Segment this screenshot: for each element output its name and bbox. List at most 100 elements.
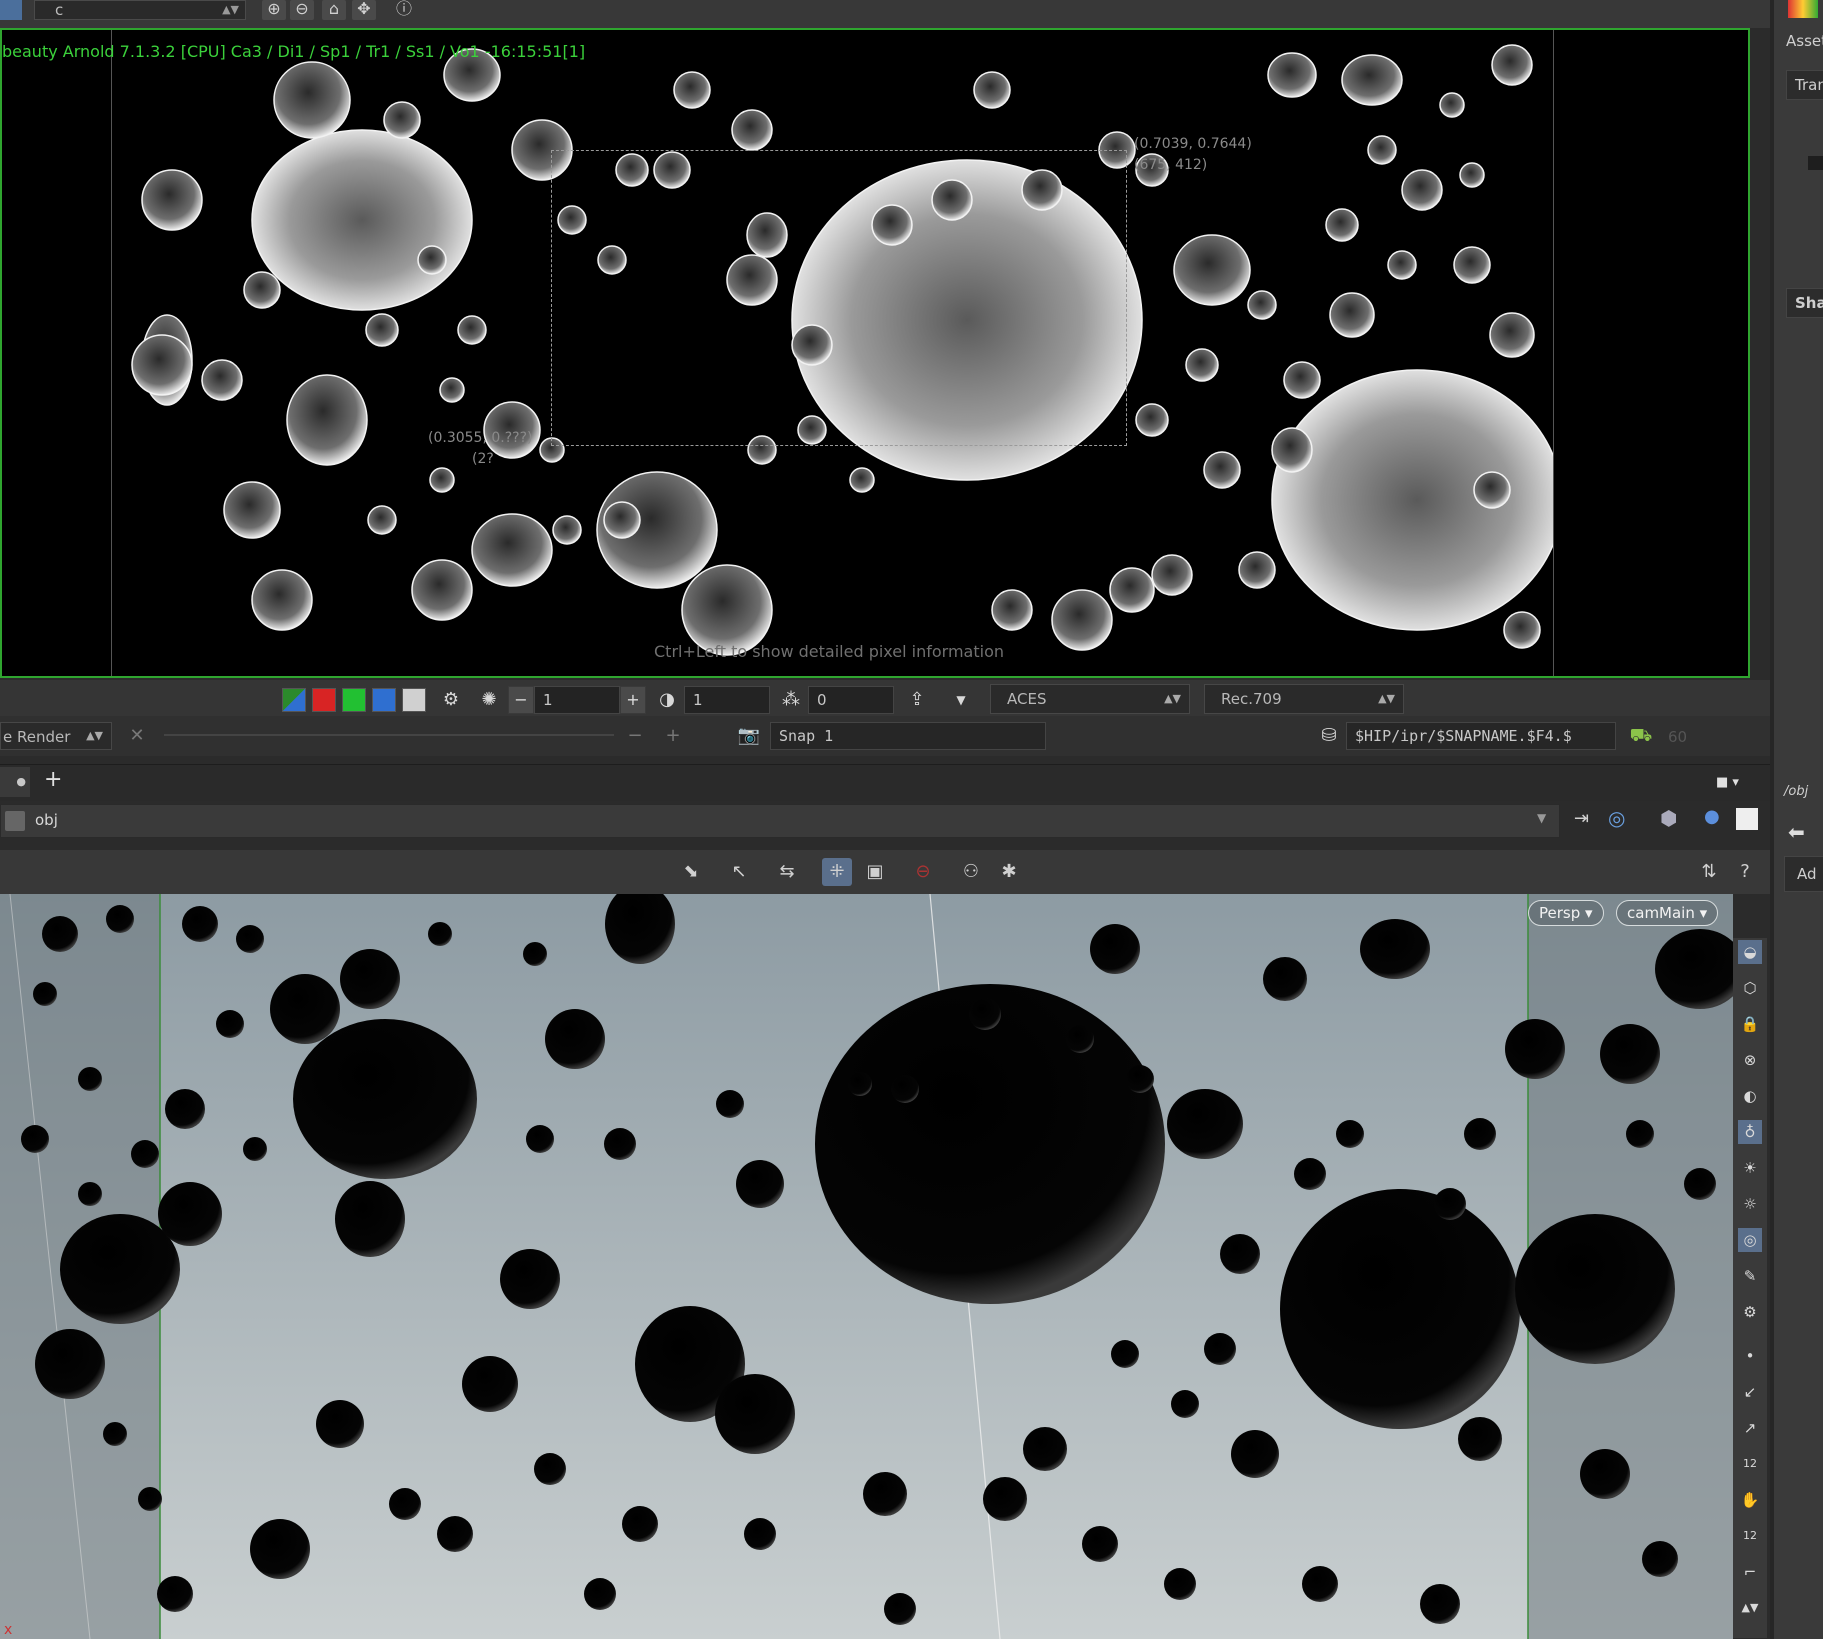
crop-guide-left (111, 30, 112, 676)
pose-tool-icon[interactable]: ↖ (724, 858, 754, 886)
param-swatch[interactable] (1808, 156, 1823, 170)
snap-curve-icon[interactable]: ↙ (1738, 1380, 1762, 1404)
sha-label: Sha (1795, 294, 1823, 312)
point-icon[interactable]: • (1738, 1344, 1762, 1368)
blue-channel-button[interactable] (372, 688, 396, 712)
spinner-icon: ▲▼ (1378, 692, 1395, 705)
handle-tool-icon[interactable]: ⇆ (772, 858, 802, 886)
color-wheel-icon[interactable] (1788, 0, 1818, 18)
scene-viewport[interactable]: x Persp ▾ camMain ▾ (0, 894, 1733, 1639)
pane-menu-icon[interactable]: ■ ▾ (1716, 775, 1739, 790)
viewport-layout-icon[interactable] (1736, 808, 1758, 830)
chevron-down-icon[interactable]: ▼ (1537, 811, 1546, 825)
render-viewport[interactable]: beauty Arnold 7.1.3.2 [CPU] Ca3 / Di1 / … (0, 28, 1750, 678)
rgb-channel-button[interactable] (282, 688, 306, 712)
settings-icon[interactable]: ✱ (994, 858, 1024, 886)
render-select[interactable]: e Render ▲▼ (0, 722, 112, 750)
snapping-icon[interactable]: ⚇ (956, 858, 986, 886)
green-channel-button[interactable] (342, 688, 366, 712)
info-icon[interactable]: ⓘ (392, 0, 416, 20)
light-icon[interactable]: ☀ (1738, 1156, 1762, 1180)
frame-value[interactable]: 60 (1668, 728, 1687, 746)
gear-icon[interactable]: ⚙ (438, 686, 464, 714)
network-context-icon (5, 811, 25, 831)
geometry-icon[interactable]: ⬡ (1738, 976, 1762, 1000)
right-path-label: /obj (1784, 784, 1809, 799)
display-select[interactable]: Rec.709 ▲▼ (1204, 684, 1404, 714)
home-icon[interactable]: ⌂ (322, 0, 346, 20)
ghost-icon[interactable]: ⊗ (1738, 1048, 1762, 1072)
display-options-icon[interactable]: ⇅ (1694, 858, 1724, 886)
aov-channel-select[interactable]: c ▲▼ (34, 0, 246, 20)
threads-icon[interactable]: ⁂ (778, 686, 804, 714)
save-snapshot-icon[interactable]: ⛁ (1316, 722, 1342, 750)
output-path-field[interactable]: $HIP/ipr/$SNAPNAME.$F4.$ (1346, 722, 1616, 750)
record-icon[interactable]: ⊖ (908, 858, 938, 886)
snap-slider-track[interactable] (164, 734, 614, 736)
exposure-plus-button[interactable]: + (620, 686, 646, 714)
render-region-box[interactable] (551, 150, 1127, 446)
link-icon[interactable]: ◎ (1608, 806, 1625, 830)
snap-number-b[interactable]: 12 (1738, 1524, 1762, 1548)
exposure-field[interactable]: 1 (534, 686, 620, 714)
background-icon[interactable]: ◎ (1738, 1228, 1762, 1252)
snapshot-name-field[interactable]: Snap 1 (770, 722, 1046, 750)
render-select-value: e Render (3, 728, 71, 746)
select-tool-icon[interactable]: ⬊ (676, 858, 706, 886)
headlight-icon[interactable]: ♁ (1738, 1120, 1762, 1144)
top-toolbar: c ▲▼ ⊕ ⊖ ⌂ ✥ ⓘ (0, 0, 1770, 28)
secure-selection-icon[interactable]: ⁜ (822, 858, 852, 886)
render-to-disk-icon[interactable]: ⛟ (1628, 722, 1654, 750)
view-transform-value: ACES (1007, 690, 1047, 708)
zoom-in-icon[interactable]: ⊕ (262, 0, 286, 20)
exposure-icon[interactable]: ✺ (476, 686, 502, 714)
light-link-icon[interactable]: ☼ (1738, 1192, 1762, 1216)
viewer-toolbar: ⬊ ↖ ⇆ ⁜ ▣ ⊖ ⚇ ✱ ⇅ ? (0, 850, 1770, 894)
shading-sphere-icon[interactable]: ◐ (1738, 1084, 1762, 1108)
lut-icon[interactable]: ⇪ (904, 686, 930, 714)
snap-pin-icon[interactable]: ↗ (1738, 1416, 1762, 1440)
snap-number-a[interactable]: 12 (1738, 1452, 1762, 1476)
sha-tab[interactable]: Sha (1786, 288, 1823, 318)
display-mode-icon[interactable] (0, 0, 22, 20)
exposure-minus-button[interactable]: − (508, 686, 534, 714)
add-tab-icon[interactable]: + (44, 767, 62, 792)
chevron-down-icon[interactable]: ▼ (948, 686, 974, 714)
display-value: Rec.709 (1221, 690, 1282, 708)
ad-button[interactable]: Ad (1784, 856, 1823, 892)
display-options-icon[interactable]: ⚙ (1738, 1300, 1762, 1324)
tab-close-icon[interactable]: ● (0, 767, 30, 797)
tran-tab[interactable]: Tran (1786, 70, 1823, 100)
corner-icon[interactable]: ⌐ (1738, 1560, 1762, 1584)
alpha-channel-button[interactable] (402, 688, 426, 712)
region-top-uv: (0.7039, 0.7644) (1134, 136, 1252, 152)
gamma-icon[interactable]: ◑ (654, 686, 680, 714)
scroll-down-icon[interactable]: ▲▼ (1738, 1596, 1762, 1620)
lock-icon[interactable]: 🔒 (1738, 1012, 1762, 1036)
camera-icon[interactable]: 📷 (736, 722, 762, 750)
red-channel-button[interactable] (312, 688, 336, 712)
help-icon[interactable]: ? (1730, 858, 1760, 886)
fit-icon[interactable]: ✥ (352, 0, 376, 20)
gamma-field[interactable]: 1 (684, 686, 770, 714)
display-mode-icon[interactable]: ◒ (1738, 940, 1762, 964)
network-path-bar[interactable]: obj ▼ (0, 804, 1560, 838)
pin-icon[interactable]: ⇥ (1574, 808, 1589, 829)
spinner-icon: ▲▼ (86, 729, 103, 742)
camera-menu[interactable]: camMain ▾ (1616, 900, 1719, 926)
pixel-info-hint: Ctrl+Left to show detailed pixel informa… (654, 642, 1004, 661)
object-icon[interactable]: ⬢ (1660, 806, 1677, 830)
snap-minus-icon[interactable]: − (622, 722, 648, 750)
back-arrow-icon[interactable]: ⬅ (1788, 820, 1805, 844)
view-transform-select[interactable]: ACES ▲▼ (990, 684, 1190, 714)
zoom-out-icon[interactable]: ⊖ (290, 0, 314, 20)
snap-hand-icon[interactable]: ✋ (1738, 1488, 1762, 1512)
close-icon[interactable]: ✕ (124, 722, 150, 750)
persp-view-menu[interactable]: Persp ▾ (1528, 900, 1604, 926)
visualizer-icon[interactable]: ✎ (1738, 1264, 1762, 1288)
parameters-pane: Asset Tran Sha /obj ⬅ Ad (1770, 0, 1823, 1639)
view-tool-icon[interactable]: ▣ (860, 858, 890, 886)
threads-field[interactable]: 0 (808, 686, 894, 714)
snap-plus-icon[interactable]: + (660, 722, 686, 750)
shading-icon[interactable]: ● (1704, 806, 1720, 827)
